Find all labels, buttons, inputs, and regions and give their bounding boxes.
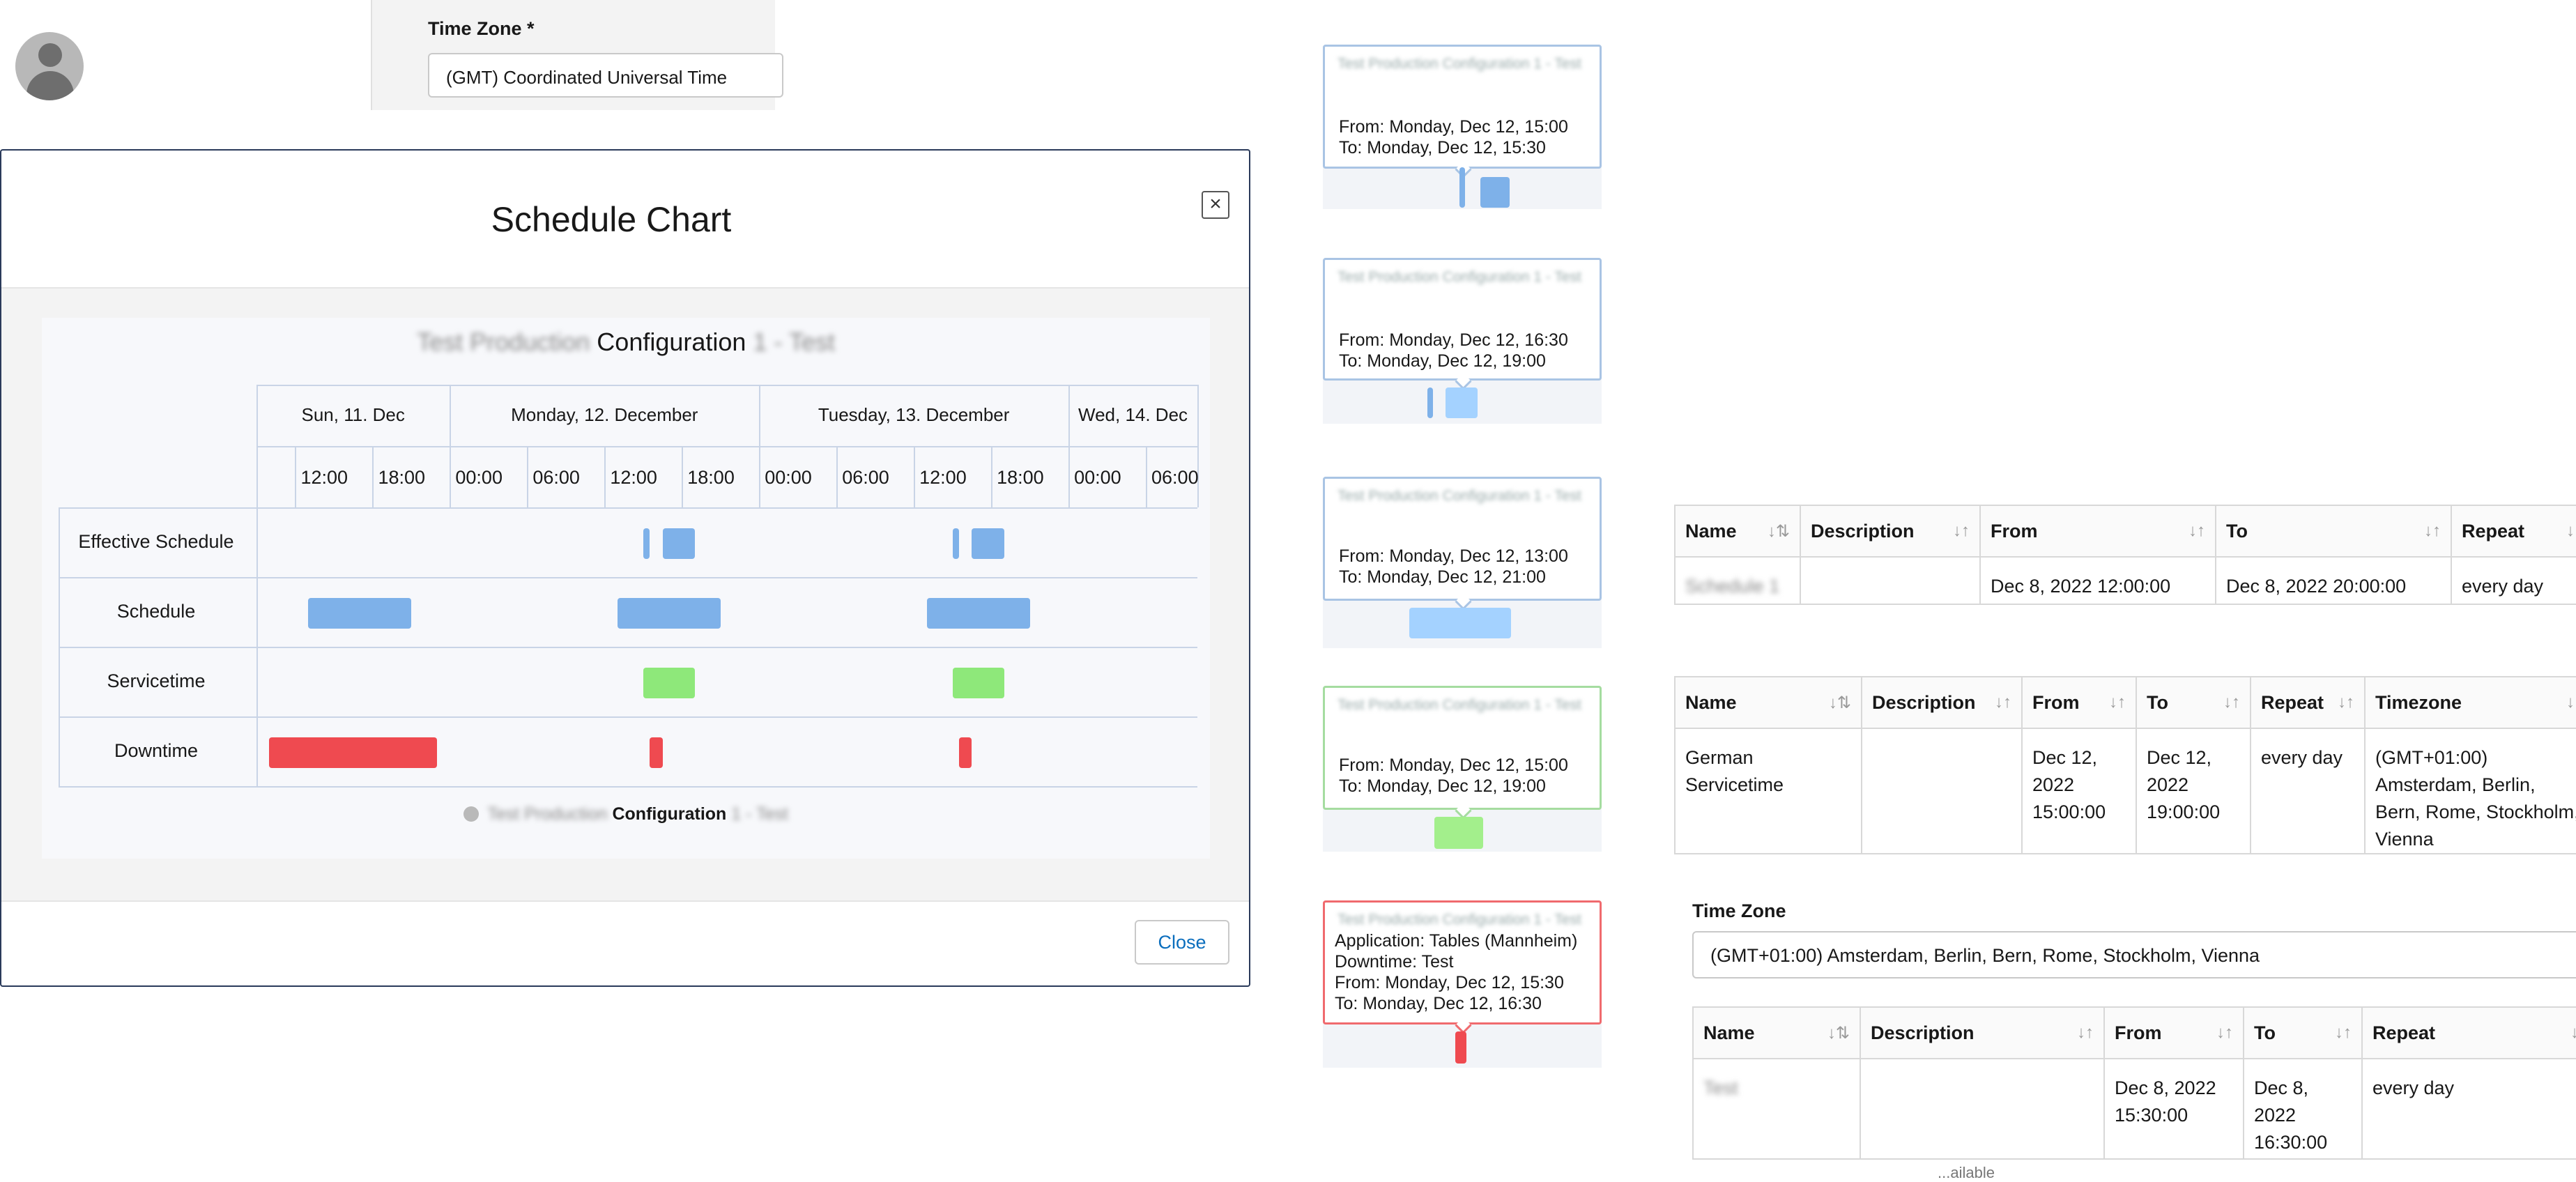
schedule-bar[interactable] — [307, 598, 411, 629]
legend-label: Configuration — [612, 804, 727, 824]
schedule-bar[interactable] — [926, 598, 1030, 629]
effective-schedule-bar[interactable] — [662, 528, 695, 559]
time-tick-label: 00:00 — [1074, 467, 1121, 488]
date-header: Sun, 11. Dec — [301, 404, 405, 425]
grid-line — [372, 446, 374, 507]
grid-line — [604, 446, 606, 507]
servicetime-bar[interactable] — [952, 668, 1004, 698]
chart-title: Test Production Configuration 1 - Test — [42, 328, 1210, 357]
tooltip-downtime: Test Production Configuration 1 - Test A… — [1323, 900, 1602, 1034]
col-from[interactable]: From ↓↑ — [1979, 505, 2216, 558]
col-repeat[interactable]: Repeat↓↑ — [2451, 505, 2576, 558]
chart-title-blurred: Test Production — [417, 328, 590, 356]
timezone-panel: Time Zone * (GMT) Coordinated Universal … — [371, 0, 783, 110]
grid-line — [256, 446, 1197, 447]
effective-schedule-bar[interactable] — [972, 528, 1004, 559]
tooltip-effective-1: Test Production Configuration 1 - Test F… — [1323, 45, 1602, 178]
time-tick-label: 00:00 — [765, 467, 812, 488]
table-row[interactable]: Test Dec 8, 2022 15:30:00 Dec 8, 2022 16… — [1692, 1058, 2576, 1160]
downtime-bar[interactable] — [269, 737, 437, 768]
grid-line — [1146, 446, 1148, 507]
servicetime-table: Name ↓⇅ Description ↓↑ From ↓↑ To ↓↑ Repeat ↓… — [1674, 676, 2576, 854]
grid-line — [914, 446, 916, 507]
grid-line — [991, 446, 993, 507]
timezone-label-2: Time Zone — [1692, 900, 1786, 921]
modal-body: Test Production Configuration 1 - Test T… — [1, 287, 1249, 902]
chart-title-text: Configuration — [597, 328, 746, 356]
downtime-table: Name ↓⇅ Description ↓↑ From ↓↑ To ↓↑ Repeat ↓… — [1692, 1006, 2576, 1160]
row-label: Servicetime — [107, 670, 206, 691]
servicetime-bar[interactable] — [643, 668, 695, 698]
chart-legend[interactable]: Test Production Configuration 1 - Test — [42, 804, 1210, 824]
row-label: Effective Schedule — [78, 531, 234, 552]
grid-line — [256, 385, 1197, 386]
grid-line — [59, 507, 1197, 509]
table-footer-partial: ...ailable — [1938, 1164, 1995, 1181]
col-to[interactable]: To ↓↑ — [2215, 505, 2452, 558]
grid-line — [295, 446, 297, 507]
table-row[interactable]: German Servicetime Dec 12, 2022 15:00:00… — [1674, 728, 2576, 854]
legend-blurred: Test Production — [487, 804, 608, 824]
date-header: Wed, 14. Dec — [1078, 404, 1188, 425]
grid-line — [1197, 385, 1199, 507]
time-tick-label: 18:00 — [687, 467, 735, 488]
modal-title: Schedule Chart — [491, 200, 732, 239]
time-tick-label: 06:00 — [842, 467, 889, 488]
grid-line — [59, 647, 1197, 648]
grid-line — [682, 446, 684, 507]
col-name[interactable]: Name ↓⇅ — [1674, 505, 1801, 558]
user-avatar-icon[interactable] — [15, 32, 84, 100]
date-header: Monday, 12. December — [511, 404, 698, 425]
col-description[interactable]: Description ↓↑ — [1800, 505, 1981, 558]
close-icon[interactable]: × — [1202, 191, 1229, 219]
grid-line — [759, 446, 761, 507]
timezone-label: Time Zone * — [428, 18, 535, 39]
chart-title-blurred-suffix: 1 - Test — [753, 328, 835, 356]
schedule-bar[interactable] — [617, 598, 721, 629]
close-button[interactable]: Close — [1135, 920, 1229, 965]
tooltip-effective-2: Test Production Configuration 1 - Test F… — [1323, 258, 1602, 390]
time-tick-label: 06:00 — [532, 467, 580, 488]
table-row[interactable]: Schedule 1 Dec 8, 2022 12:00:00 Dec 8, 2… — [1674, 556, 2576, 605]
schedule-table: Name ↓⇅ Description ↓↑ From ↓↑ To ↓↑ Repeat ↓… — [1674, 505, 2576, 605]
timezone-select[interactable]: (GMT) Coordinated Universal Time — [428, 53, 783, 98]
downtime-bar[interactable] — [958, 737, 972, 768]
schedule-chart: Test Production Configuration 1 - Test T… — [42, 318, 1210, 859]
row-label: Downtime — [114, 740, 199, 761]
grid-line — [256, 385, 258, 507]
row-label: Schedule — [116, 601, 196, 622]
legend-dot-icon — [463, 806, 480, 822]
downtime-bar[interactable] — [650, 737, 663, 768]
time-tick-label: 00:00 — [455, 467, 503, 488]
effective-schedule-bar[interactable] — [952, 528, 959, 559]
tooltip-text: From: Monday, Dec 12, 15:00 To: Monday, D… — [1339, 117, 1568, 158]
grid-line — [527, 446, 529, 507]
legend-blurred-suffix: 1 - Test — [731, 804, 788, 824]
grid-line — [1068, 446, 1071, 507]
grid-line — [59, 716, 1197, 718]
grid-line — [836, 446, 838, 507]
tooltip-schedule: Test Production Configuration 1 - Test F… — [1323, 477, 1602, 611]
grid-line — [450, 446, 452, 507]
effective-schedule-bar[interactable] — [643, 528, 650, 559]
time-tick-label: 12:00 — [919, 467, 967, 488]
grid-line — [59, 786, 1197, 788]
schedule-chart-modal: Schedule Chart × Test Production Configu… — [0, 149, 1250, 987]
timezone-select-2[interactable]: (GMT+01:00) Amsterdam, Berlin, Bern, Rom… — [1692, 931, 2576, 978]
grid-line — [59, 577, 1197, 578]
time-tick-label: 12:00 — [610, 467, 657, 488]
time-tick-label: 06:00 — [1151, 467, 1199, 488]
time-tick-label: 18:00 — [997, 467, 1044, 488]
time-tick-label: 12:00 — [300, 467, 348, 488]
date-header: Tuesday, 13. December — [818, 404, 1010, 425]
tooltip-servicetime: Test Production Configuration 1 - Test F… — [1323, 686, 1602, 820]
time-tick-label: 18:00 — [378, 467, 426, 488]
